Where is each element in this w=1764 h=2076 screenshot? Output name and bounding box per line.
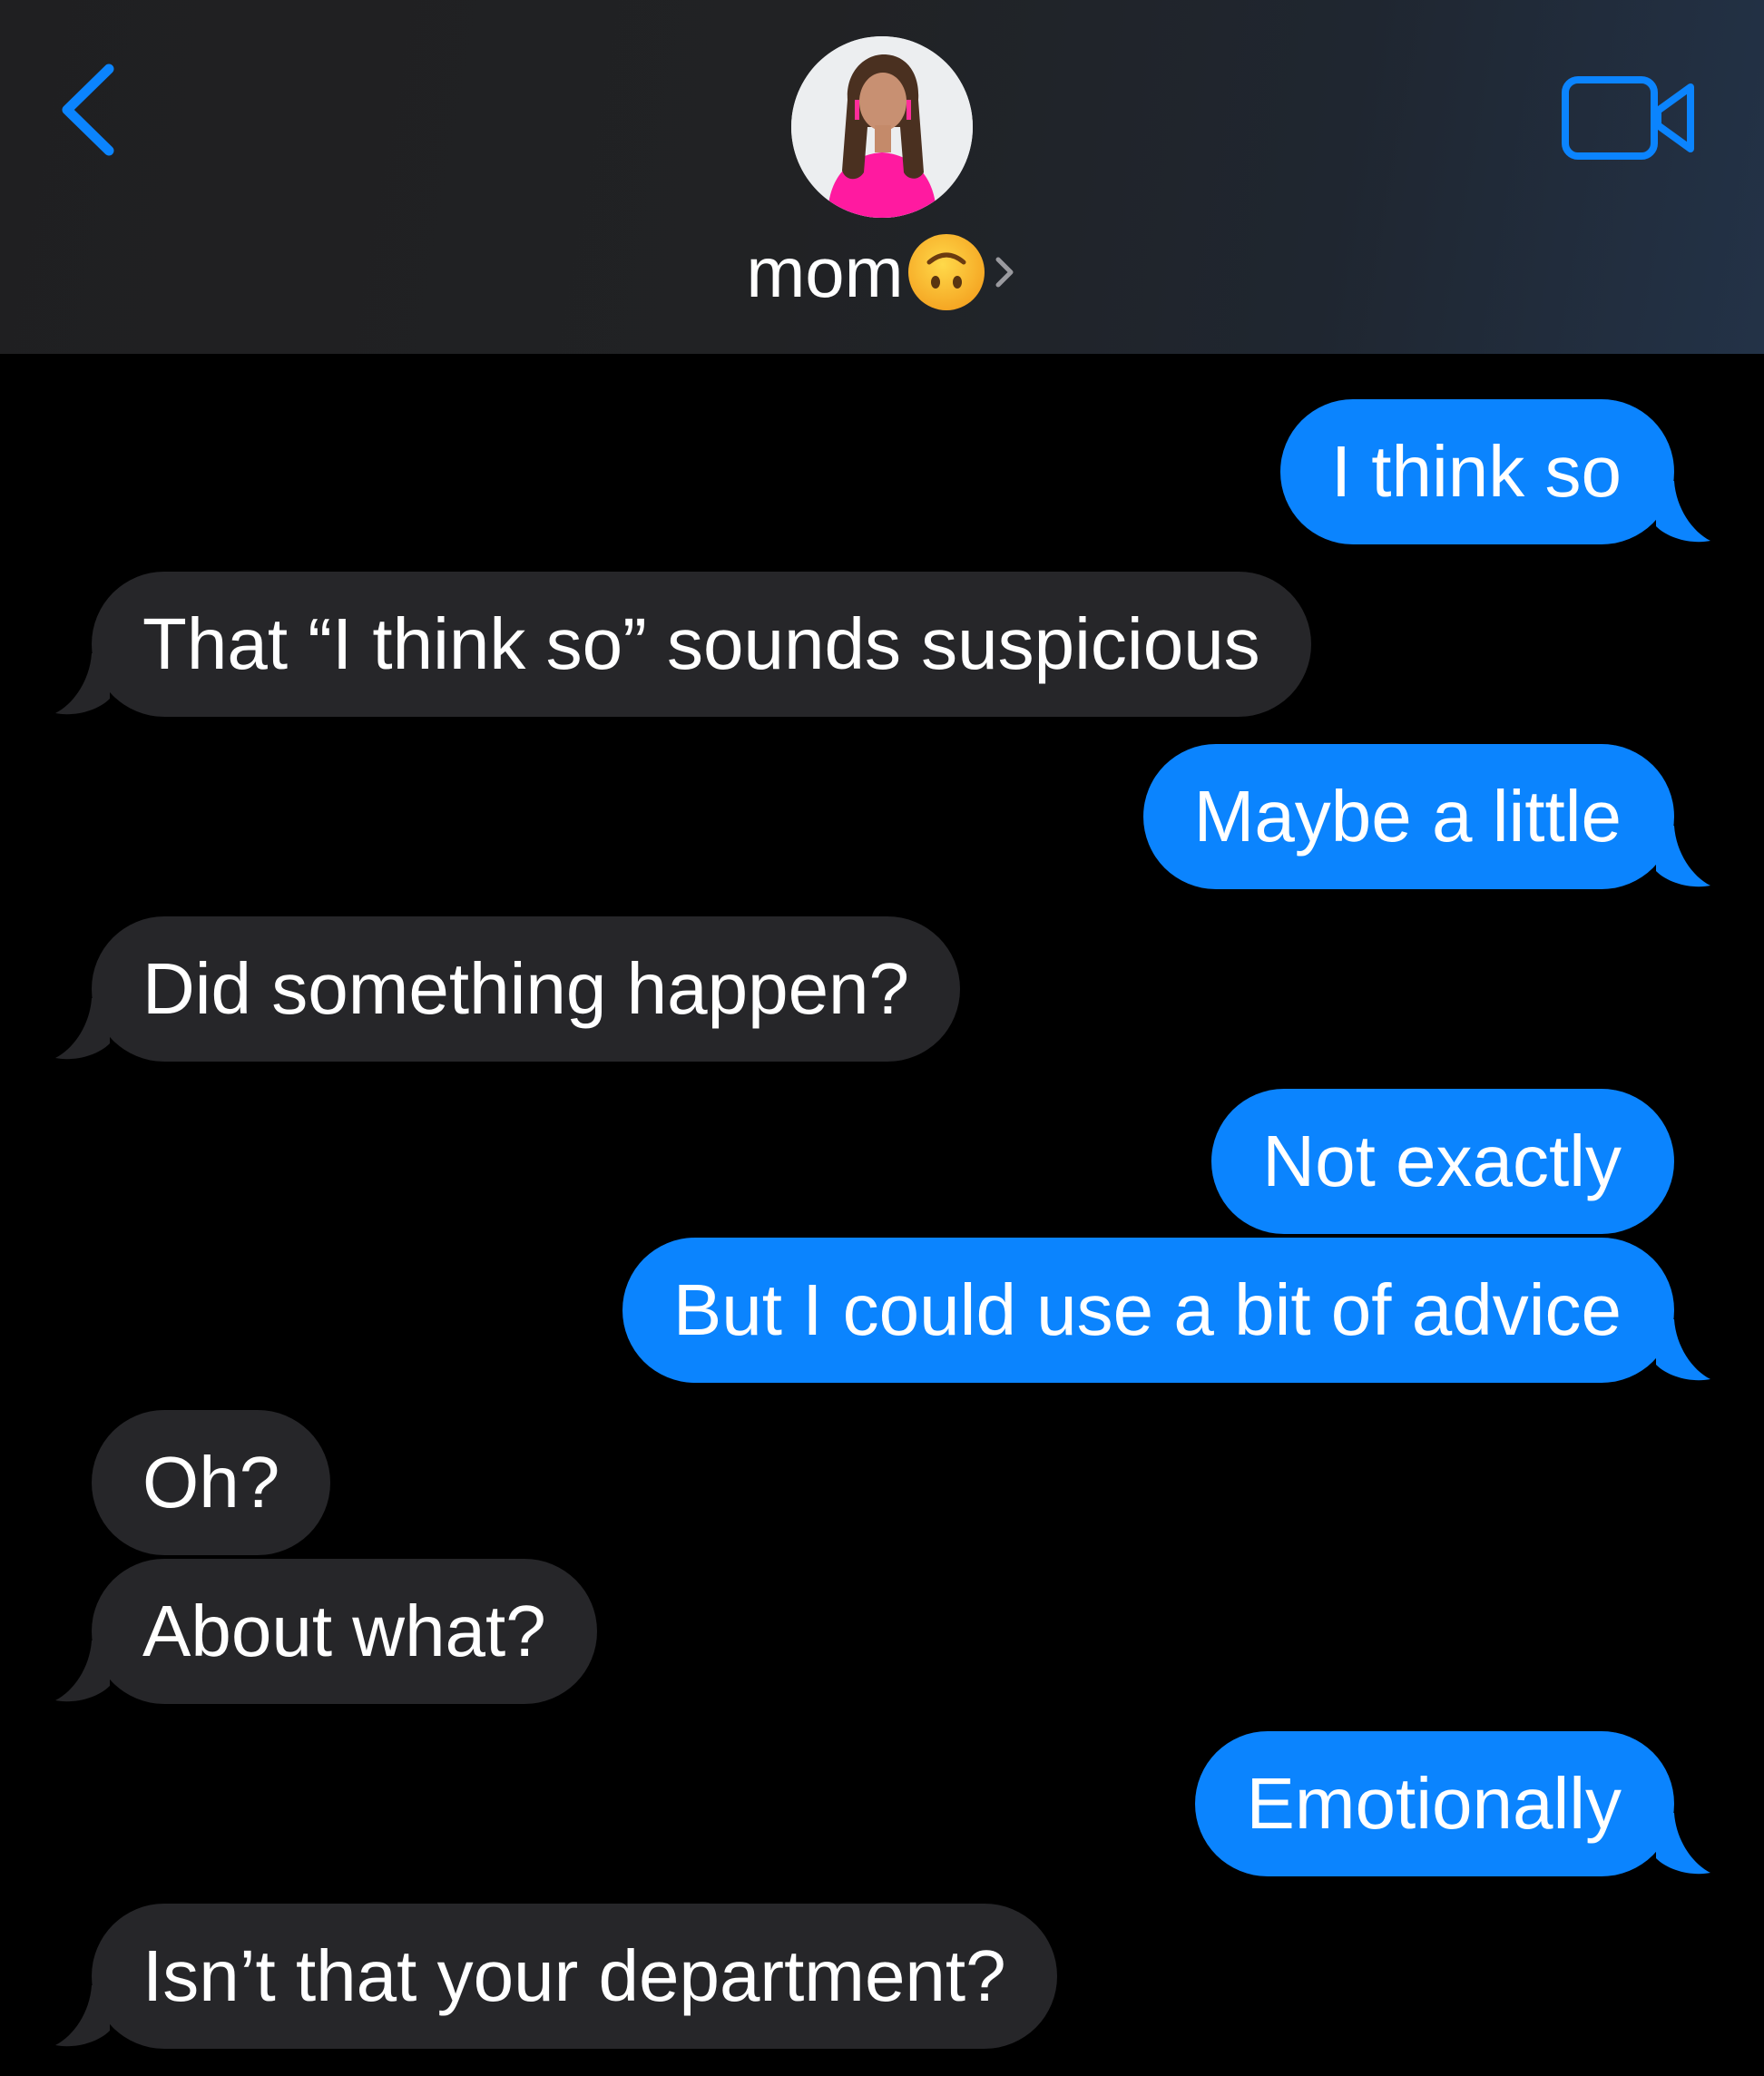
bubble-tail	[55, 1985, 110, 2047]
message-text: Not exactly	[1262, 1121, 1622, 1201]
message-bubble-incoming[interactable]: Oh?	[92, 1410, 331, 1555]
chevron-right-icon	[995, 257, 1014, 288]
contact-name-button[interactable]: mom	[0, 227, 1764, 318]
facetime-video-button[interactable]	[1561, 73, 1697, 163]
contact-name: mom	[746, 232, 904, 312]
bubble-tail	[1656, 826, 1710, 887]
bubble-tail	[55, 653, 110, 715]
message-text: Isn’t that your department?	[142, 1935, 1006, 2016]
message-bubble-outgoing[interactable]: But I could use a bit of advice	[622, 1238, 1710, 1383]
message-bubble-incoming[interactable]: About what?	[55, 1559, 597, 1704]
message-text: That “I think so” sounds suspicious	[142, 603, 1260, 684]
message-bubble-incoming[interactable]: Did something happen?	[55, 916, 961, 1062]
message-bubble-outgoing[interactable]: Not exactly	[1211, 1089, 1674, 1234]
message-text: Maybe a little	[1193, 776, 1622, 857]
message-text: Emotionally	[1246, 1763, 1622, 1844]
message-text: But I could use a bit of advice	[672, 1269, 1622, 1350]
message-bubble-outgoing[interactable]: Maybe a little	[1142, 744, 1710, 889]
video-camera-icon	[1562, 76, 1694, 160]
back-button[interactable]	[54, 60, 127, 160]
message-text: Did something happen?	[142, 948, 910, 1029]
message-text: About what?	[142, 1591, 546, 1671]
upside-down-face-emoji-icon	[907, 234, 985, 310]
message-bubble-incoming[interactable]: Isn’t that your department?	[55, 1904, 1057, 2049]
bubble-tail	[55, 1640, 110, 1702]
message-text: I think so	[1330, 431, 1622, 512]
conversation-header: mom	[0, 0, 1764, 354]
message-bubble-outgoing[interactable]: Emotionally	[1195, 1731, 1710, 1876]
bubble-tail	[1656, 481, 1710, 543]
message-text: Oh?	[142, 1442, 280, 1523]
bubble-tail	[1656, 1813, 1710, 1875]
message-bubble-incoming[interactable]: That “I think so” sounds suspicious	[55, 572, 1311, 717]
chevron-left-icon	[62, 64, 114, 156]
bubble-tail	[1656, 1319, 1710, 1381]
contact-avatar[interactable]	[791, 36, 973, 218]
message-bubble-outgoing[interactable]: I think so	[1279, 399, 1710, 544]
bubble-tail	[55, 998, 110, 1060]
